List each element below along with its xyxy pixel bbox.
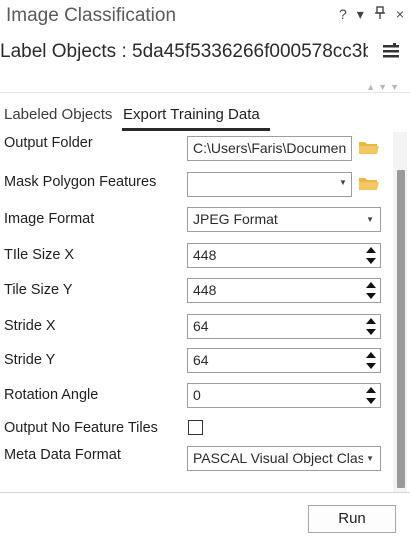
row-output-no-feature-tiles: Output No Feature Tiles: [0, 418, 390, 446]
header-divider: [0, 92, 410, 93]
dropdown-arrow-icon: ▼: [366, 215, 374, 224]
rotation-angle-label: Rotation Angle: [4, 387, 99, 403]
rotation-angle-input[interactable]: 0: [187, 383, 381, 408]
output-no-feature-tiles-checkbox[interactable]: [188, 420, 203, 435]
tile-size-y-input[interactable]: 448: [187, 278, 381, 303]
tile-size-x-label: TIle Size X: [4, 247, 75, 263]
output-no-feature-tiles-label: Output No Feature Tiles: [4, 420, 158, 436]
dropdown-arrow-icon[interactable]: ▼: [339, 178, 347, 187]
pane-subtitle: Label Objects : 5da45f5336266f000578cc3b…: [0, 41, 368, 62]
output-folder-input[interactable]: C:\Users\Faris\Documen: [187, 136, 352, 161]
spinner-icon[interactable]: [366, 246, 376, 265]
row-image-format: Image Format JPEG Format ▼: [0, 207, 390, 235]
pin-icon[interactable]: [374, 6, 386, 23]
pane-titlebar: Image Classification ? ▾ ×: [0, 0, 410, 32]
pane-footer: Run: [0, 492, 410, 538]
pane-controls: ? ▾ ×: [339, 6, 404, 23]
scrollbar-thumb[interactable]: [397, 170, 405, 488]
meta-data-format-select[interactable]: PASCAL Visual Object Clas ▼: [187, 446, 381, 471]
spinner-icon[interactable]: [366, 351, 376, 370]
stride-x-value: 64: [193, 318, 209, 334]
meta-data-format-label: Meta Data Format: [4, 447, 121, 463]
stride-y-value: 64: [193, 352, 209, 368]
stride-x-input[interactable]: 64: [187, 314, 381, 339]
meta-data-format-value: PASCAL Visual Object Clas: [193, 450, 365, 466]
spinner-icon[interactable]: [366, 317, 376, 336]
row-meta-data-format: Meta Data Format PASCAL Visual Object Cl…: [0, 446, 390, 474]
mask-polygon-select[interactable]: [187, 172, 352, 197]
tab-export-training-data[interactable]: Export Training Data: [123, 106, 260, 123]
tile-size-y-value: 448: [193, 282, 217, 298]
pane-title: Image Classification: [6, 5, 177, 26]
rotation-angle-value: 0: [193, 387, 201, 403]
row-tile-size-y: Tile Size Y 448: [0, 278, 390, 306]
tab-bar: Labeled Objects Export Training Data: [0, 104, 410, 131]
tab-labeled-objects[interactable]: Labeled Objects: [4, 106, 112, 123]
folder-browse-icon[interactable]: [358, 175, 382, 193]
stride-x-label: Stride X: [4, 318, 56, 334]
options-menu-icon[interactable]: ▾: [357, 6, 364, 23]
spinner-icon[interactable]: [366, 386, 376, 405]
help-icon[interactable]: ?: [339, 6, 347, 23]
row-rotation-angle: Rotation Angle 0: [0, 383, 390, 411]
folder-browse-icon[interactable]: [358, 139, 382, 157]
mask-polygon-label: Mask Polygon Features: [4, 174, 157, 190]
tile-size-x-input[interactable]: 448: [187, 243, 381, 268]
stride-y-label: Stride Y: [4, 352, 56, 368]
row-tile-size-x: TIle Size X 448: [0, 243, 390, 271]
tile-size-x-value: 448: [193, 247, 217, 263]
row-stride-x: Stride X 64: [0, 314, 390, 342]
image-format-select[interactable]: JPEG Format ▼: [187, 207, 381, 232]
row-mask-polygon: Mask Polygon Features ▼: [0, 172, 390, 200]
active-tab-indicator: [122, 128, 270, 131]
spinner-icon[interactable]: [366, 281, 376, 300]
image-format-label: Image Format: [4, 211, 95, 227]
scroll-arrows-icon[interactable]: ▲▼▼: [366, 82, 402, 92]
row-output-folder: Output Folder C:\Users\Faris\Documen: [0, 135, 390, 164]
export-form: Output Folder C:\Users\Faris\Documen Mas…: [0, 132, 410, 494]
image-format-value: JPEG Format: [193, 211, 278, 227]
pane-subheader: Label Objects : 5da45f5336266f000578cc3b…: [0, 36, 410, 72]
run-button[interactable]: Run: [308, 505, 396, 533]
output-folder-label: Output Folder: [4, 135, 93, 151]
dropdown-arrow-icon: ▼: [363, 447, 374, 470]
close-icon[interactable]: ×: [396, 6, 404, 23]
stride-y-input[interactable]: 64: [187, 348, 381, 373]
tile-size-y-label: Tile Size Y: [4, 282, 73, 298]
row-stride-y: Stride Y 64: [0, 348, 390, 376]
hamburger-menu-icon[interactable]: [382, 42, 400, 60]
